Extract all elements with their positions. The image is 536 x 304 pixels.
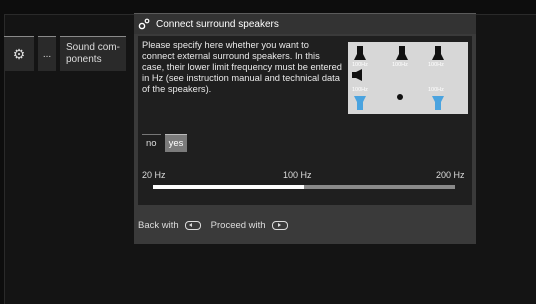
description-text: Please specify here whether you want to … — [142, 40, 342, 94]
sound-components-line1: Sound com- — [66, 42, 120, 53]
dots-label: ... — [42, 48, 52, 60]
surround-toggle: no yes — [142, 134, 188, 152]
back-button-icon[interactable] — [184, 221, 201, 230]
back-label: Back with — [138, 220, 179, 231]
dialog-title-bar: Connect surround speakers — [134, 14, 476, 34]
surround-right-speaker-icon — [432, 96, 444, 110]
label-top-right: 100Hz — [428, 62, 444, 68]
freq-max-label: 200 Hz — [436, 170, 465, 180]
gear-icon: ⚙ — [12, 45, 26, 62]
proceed-button-icon[interactable] — [271, 221, 288, 230]
label-top-left: 100Hz — [352, 62, 368, 68]
speaker-top-right-icon — [432, 46, 444, 60]
speaker-top-left-icon — [354, 46, 366, 60]
frequency-slider[interactable] — [153, 185, 455, 189]
nav-more[interactable]: ... — [38, 36, 56, 71]
dialog-title: Connect surround speakers — [156, 18, 279, 30]
nav-settings[interactable]: ⚙ — [4, 36, 34, 71]
slider-fill — [153, 185, 304, 189]
freq-min-label: 20 Hz — [142, 170, 166, 180]
toggle-yes[interactable]: yes — [164, 134, 188, 152]
label-top-center: 100Hz — [392, 62, 408, 68]
listener-dot-icon — [397, 94, 403, 100]
toggle-no[interactable]: no — [142, 134, 161, 152]
proceed-label: Proceed with — [210, 220, 266, 231]
freq-mid-label: 100 Hz — [283, 170, 312, 180]
surround-left-speaker-icon — [354, 96, 366, 110]
sidebar-nav: ⚙ ... Sound com- ponents — [4, 36, 126, 71]
label-bottom-left: 100Hz — [352, 87, 368, 93]
surround-dialog: Connect surround speakers Please specify… — [134, 13, 476, 244]
speaker-top-center-icon — [396, 46, 408, 60]
subwoofer-icon — [352, 69, 362, 81]
speaker-diagram: 100Hz 100Hz 100Hz 100Hz 100Hz — [348, 42, 468, 114]
dialog-body: Please specify here whether you want to … — [138, 36, 472, 205]
nav-sound-components[interactable]: Sound com- ponents — [60, 36, 126, 71]
label-bottom-right: 100Hz — [428, 87, 444, 93]
sound-components-line2: ponents — [66, 54, 102, 65]
gears-icon — [138, 18, 150, 30]
dialog-footer: Back with Proceed with — [138, 220, 294, 231]
